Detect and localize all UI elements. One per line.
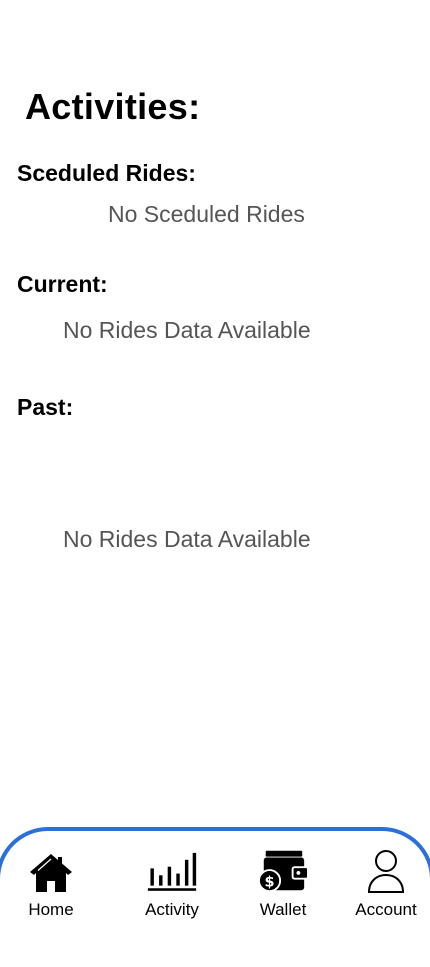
bar-chart-icon <box>147 848 197 894</box>
wallet-icon: $ <box>258 848 308 894</box>
nav-label-activity: Activity <box>145 900 199 919</box>
nav-item-home[interactable]: Home <box>22 848 80 928</box>
nav-label-home: Home <box>28 900 74 919</box>
nav-label-account: Account <box>355 900 417 919</box>
person-icon <box>361 848 411 894</box>
current-rides-empty-text: No Rides Data Available <box>63 317 311 343</box>
nav-label-wallet: Wallet <box>259 900 307 919</box>
scheduled-rides-empty-text: No Sceduled Rides <box>108 201 305 227</box>
nav-item-activity[interactable]: Activity <box>136 848 208 928</box>
scheduled-rides-heading: Sceduled Rides: <box>17 160 196 186</box>
home-icon <box>26 848 76 894</box>
past-rides-empty-text: No Rides Data Available <box>63 526 311 552</box>
past-rides-heading: Past: <box>17 394 74 420</box>
nav-item-account[interactable]: Account <box>350 848 422 928</box>
current-rides-heading: Current: <box>17 271 108 297</box>
page-title: Activities: <box>25 86 201 127</box>
nav-item-wallet[interactable]: $ Wallet <box>253 848 313 928</box>
svg-text:$: $ <box>265 874 275 890</box>
